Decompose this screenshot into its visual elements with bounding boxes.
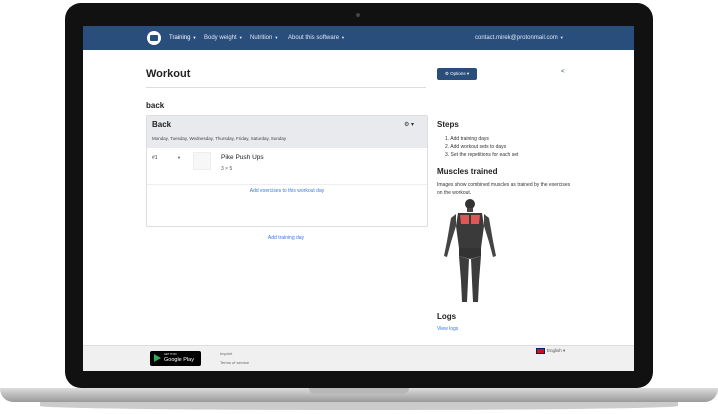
day-section-label: back — [146, 101, 165, 110]
chevron-down-icon: ▼ — [238, 35, 243, 40]
view-logs-link[interactable]: View logs — [437, 326, 458, 332]
imprint-link[interactable]: Imprint — [220, 351, 232, 356]
share-icon[interactable]: < — [561, 69, 565, 75]
user-menu[interactable]: contact.mirek@protonmail.com ▼ — [475, 35, 564, 41]
chevron-down-icon: ▼ — [192, 35, 197, 40]
google-play-badge[interactable]: GET IT ON Google Play — [150, 351, 201, 366]
app-logo[interactable] — [147, 31, 161, 45]
chevron-down-icon[interactable]: ▼ — [177, 155, 181, 160]
chevron-down-icon: ▼ — [559, 35, 564, 40]
muscles-description: Images show combined muscles as trained … — [437, 182, 571, 196]
footer: GET IT ON Google Play Imprint Terms of s… — [83, 345, 634, 371]
chest-left-muscle — [460, 215, 469, 224]
step-item: 1. Add training days — [445, 136, 489, 142]
logs-heading: Logs — [437, 312, 457, 321]
muscles-heading: Muscles trained — [437, 167, 498, 176]
webcam — [356, 13, 360, 17]
laptop-shadow — [40, 402, 678, 410]
exercise-image-icon — [193, 152, 211, 170]
main-content: Workout back Back Monday, Tuesday, Wedne… — [83, 50, 634, 345]
nav-item-about[interactable]: About this software ▼ — [288, 35, 345, 41]
workout-day-card: Back Monday, Tuesday, Wednesday, Thursda… — [146, 115, 428, 227]
language-selector[interactable]: English ▾ — [536, 348, 565, 354]
gear-icon[interactable]: ⚙ ▾ — [404, 121, 414, 128]
nav-item-body-weight[interactable]: Body weight ▼ — [204, 35, 243, 41]
exercise-number: #1 — [152, 155, 158, 161]
gplay-small-text: GET IT ON — [164, 353, 177, 356]
uk-flag-icon — [536, 348, 545, 354]
exercise-sets: 3 × 5 — [221, 166, 233, 172]
nav-item-nutrition[interactable]: Nutrition ▼ — [250, 35, 278, 41]
options-button[interactable]: ⚙ Options ▾ — [437, 68, 477, 80]
play-store-icon — [154, 354, 161, 362]
exercise-name[interactable]: Pike Push Ups — [221, 154, 264, 161]
steps-heading: Steps — [437, 120, 459, 129]
day-weekdays: Monday, Tuesday, Wednesday, Thursday, Fr… — [152, 136, 287, 141]
chevron-down-icon: ▼ — [341, 35, 345, 40]
screen: Training ▼ Body weight ▼ Nutrition ▼ About … — [83, 26, 634, 371]
day-header: Back Monday, Tuesday, Wednesday, Thursda… — [147, 116, 427, 148]
nav-item-training[interactable]: Training ▼ — [169, 35, 196, 41]
chevron-down-icon: ▼ — [274, 35, 279, 40]
laptop-frame: Training ▼ Body weight ▼ Nutrition ▼ About … — [0, 0, 718, 414]
step-item: 3. Set the repetitions for each set — [445, 152, 519, 158]
day-name: Back — [152, 120, 172, 129]
gplay-big-text: Google Play — [164, 357, 194, 363]
add-exercises-link[interactable]: Add exercises to this workout day — [147, 188, 427, 194]
step-item: 2. Add workout sets to days — [445, 144, 507, 150]
title-divider — [146, 87, 426, 88]
terms-link[interactable]: Terms of service — [220, 360, 249, 365]
steps-list: 1. Add training days 2. Add workout sets… — [437, 135, 518, 159]
add-training-day-link[interactable]: Add training day — [146, 235, 426, 241]
laptop-notch — [309, 388, 409, 394]
exercise-row[interactable]: #1 ▼ Pike Push Ups 3 × 5 — [147, 148, 427, 185]
navbar: Training ▼ Body weight ▼ Nutrition ▼ About … — [83, 26, 634, 50]
muscle-diagram — [444, 199, 496, 302]
chest-right-muscle — [471, 215, 480, 224]
page-title: Workout — [146, 68, 191, 80]
